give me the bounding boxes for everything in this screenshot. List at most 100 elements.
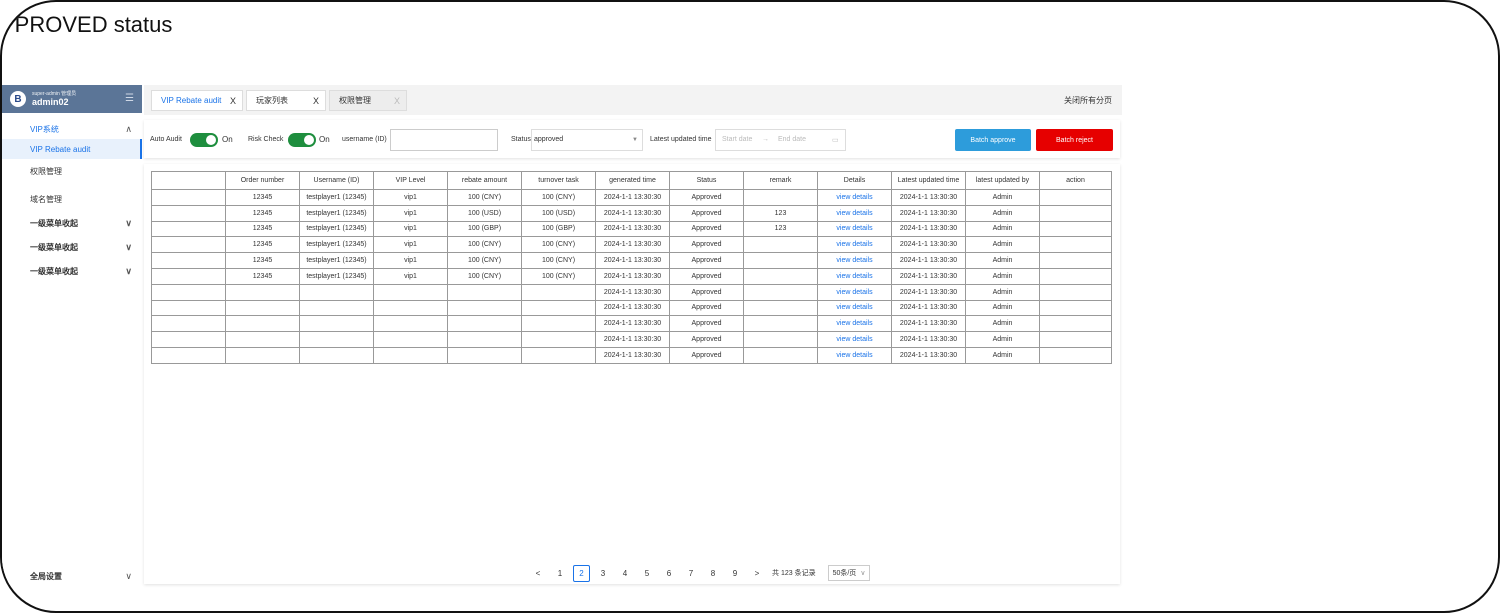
view-details-link[interactable]: view details xyxy=(817,267,892,285)
batch-reject-button[interactable]: Batch reject xyxy=(1036,129,1113,151)
table-cell: 2024-1-1 13:30:30 xyxy=(595,346,670,364)
row-select-cell[interactable] xyxy=(151,220,226,238)
risk-check-toggle[interactable] xyxy=(288,133,316,147)
date-range-picker[interactable]: Start date → End date ▭ xyxy=(715,129,846,151)
table-cell: 2024-1-1 13:30:30 xyxy=(891,315,966,333)
close-icon[interactable]: X xyxy=(230,96,236,106)
page-button[interactable]: 5 xyxy=(636,569,658,578)
close-all-tabs-button[interactable]: 关闭所有分页 xyxy=(1064,95,1112,106)
action-cell[interactable] xyxy=(1039,220,1112,238)
view-details-link[interactable]: view details xyxy=(817,283,892,301)
table-cell xyxy=(373,315,448,333)
sidebar-item-menu-2[interactable]: 一级菜单收起 ∨ xyxy=(2,237,142,257)
action-cell[interactable] xyxy=(1039,236,1112,254)
row-select-cell[interactable] xyxy=(151,267,226,285)
row-select-cell[interactable] xyxy=(151,283,226,301)
table-cell: testplayer1 (12345) xyxy=(299,189,374,206)
row-select-cell[interactable] xyxy=(151,315,226,333)
table-row: 12345 testplayer1 (12345) vip1 100 (CNY) 100… xyxy=(151,267,1112,285)
sidebar-item-label: 一级菜单收起 xyxy=(30,242,78,252)
table-cell: 123 xyxy=(743,220,818,238)
action-cell[interactable] xyxy=(1039,283,1112,301)
action-cell[interactable] xyxy=(1039,267,1112,285)
table-cell: 2024-1-1 13:30:30 xyxy=(595,299,670,317)
table-row: 2024-1-1 13:30:30 Approved view details 202… xyxy=(151,315,1112,333)
page-button[interactable]: 3 xyxy=(592,569,614,578)
action-cell[interactable] xyxy=(1039,204,1112,222)
page-size-select[interactable]: 50条/页 ∨ xyxy=(827,565,871,581)
table-cell xyxy=(521,283,596,301)
table-cell: Admin xyxy=(965,346,1040,364)
row-select-cell[interactable] xyxy=(151,189,226,206)
row-select-cell[interactable] xyxy=(151,252,226,269)
row-select-cell[interactable] xyxy=(151,204,226,222)
tab-permissions[interactable]: 权限管理 X xyxy=(329,90,407,111)
table-cell: Admin xyxy=(965,283,1040,301)
table-cell: 2024-1-1 13:30:30 xyxy=(595,331,670,348)
row-select-cell[interactable] xyxy=(151,299,226,317)
view-details-link[interactable]: view details xyxy=(817,236,892,254)
view-details-link[interactable]: view details xyxy=(817,315,892,333)
action-cell[interactable] xyxy=(1039,315,1112,333)
table-cell: Approved xyxy=(669,252,744,269)
table-cell xyxy=(373,299,448,317)
view-details-link[interactable]: view details xyxy=(817,331,892,348)
table-cell xyxy=(521,346,596,364)
next-page-button[interactable]: > xyxy=(746,569,768,578)
sidebar-item-permissions[interactable]: 权限管理 xyxy=(2,161,142,181)
avatar[interactable]: B xyxy=(10,91,26,107)
rebate-table: Order number Username (ID) VIP Level rebate… xyxy=(151,171,1112,364)
sidebar-item-vip-system[interactable]: VIP系统 ∧ xyxy=(2,119,142,139)
batch-approve-button[interactable]: Batch approve xyxy=(955,129,1031,151)
page-button[interactable]: 6 xyxy=(658,569,680,578)
menu-icon[interactable]: ☰ xyxy=(125,93,134,104)
auto-audit-toggle[interactable] xyxy=(190,133,218,147)
table-cell: 2024-1-1 13:30:30 xyxy=(595,252,670,269)
tab-player-list[interactable]: 玩家列表 X xyxy=(246,90,326,111)
table-cell: 100 (CNY) xyxy=(447,236,522,254)
sidebar-item-menu-3[interactable]: 一级菜单收起 ∨ xyxy=(2,261,142,281)
latest-updated-label: Latest updated time xyxy=(650,136,712,143)
table-header-cell: Order number xyxy=(225,171,300,190)
sidebar-item-vip-rebate-audit[interactable]: VIP Rebate audit xyxy=(2,139,142,159)
sidebar-item-menu-1[interactable]: 一级菜单收起 ∨ xyxy=(2,213,142,233)
page-button-current[interactable]: 2 xyxy=(573,564,590,582)
view-details-link[interactable]: view details xyxy=(817,299,892,317)
action-cell[interactable] xyxy=(1039,299,1112,317)
status-label: Status xyxy=(511,136,531,143)
action-cell[interactable] xyxy=(1039,331,1112,348)
tab-label: VIP Rebate audit xyxy=(161,96,222,105)
page-button[interactable]: 7 xyxy=(680,569,702,578)
row-select-cell[interactable] xyxy=(151,346,226,364)
table-cell xyxy=(447,346,522,364)
view-details-link[interactable]: view details xyxy=(817,346,892,364)
view-details-link[interactable]: view details xyxy=(817,252,892,269)
view-details-link[interactable]: view details xyxy=(817,189,892,206)
page-button[interactable]: 8 xyxy=(702,569,724,578)
status-select[interactable]: approved ▼ xyxy=(531,129,643,151)
close-icon[interactable]: X xyxy=(394,96,400,106)
close-icon[interactable]: X xyxy=(313,96,319,106)
view-details-link[interactable]: view details xyxy=(817,204,892,222)
action-cell[interactable] xyxy=(1039,252,1112,269)
sidebar-item-global-settings[interactable]: 全局设置 ∨ xyxy=(2,568,142,584)
risk-check-state: On xyxy=(319,135,330,144)
table-cell xyxy=(447,315,522,333)
table-header-cell: generated time xyxy=(595,171,670,190)
sidebar-item-domains[interactable]: 域名管理 xyxy=(2,189,142,209)
row-select-cell[interactable] xyxy=(151,331,226,348)
view-details-link[interactable]: view details xyxy=(817,220,892,238)
action-cell[interactable] xyxy=(1039,346,1112,364)
date-arrow: → xyxy=(762,136,769,143)
tab-vip-rebate-audit[interactable]: VIP Rebate audit X xyxy=(151,90,243,111)
username-input[interactable] xyxy=(390,129,498,151)
page-button[interactable]: 1 xyxy=(549,569,571,578)
page-button[interactable]: 4 xyxy=(614,569,636,578)
table-cell: 12345 xyxy=(225,267,300,285)
row-select-cell[interactable] xyxy=(151,236,226,254)
table-header-cell: remark xyxy=(743,171,818,190)
user-info: super-admin 管理员 admin02 xyxy=(32,91,76,107)
action-cell[interactable] xyxy=(1039,189,1112,206)
prev-page-button[interactable]: < xyxy=(527,569,549,578)
page-button[interactable]: 9 xyxy=(724,569,746,578)
